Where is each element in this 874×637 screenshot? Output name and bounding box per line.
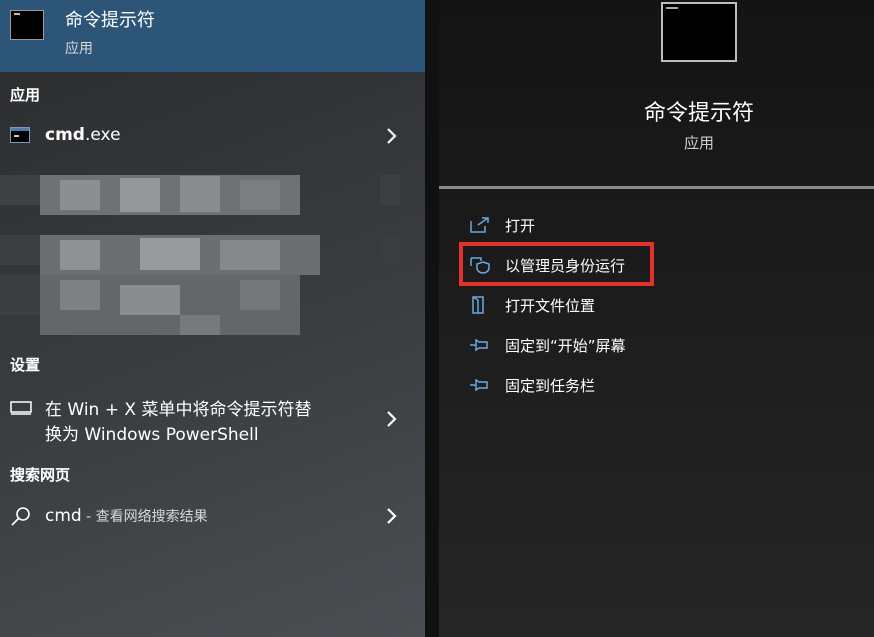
results-pane: 命令提示符 应用 应用 cmd.exe 设置 在 Win + X 菜单中将命令提…: [0, 0, 425, 637]
start-search-window: 命令提示符 应用 应用 cmd.exe 设置 在 Win + X 菜单中将命令提…: [0, 0, 874, 637]
command-prompt-icon: [10, 10, 44, 40]
best-match-title: 命令提示符: [65, 10, 155, 31]
detail-subtitle: 应用: [683, 134, 714, 152]
pin-icon: [469, 336, 491, 354]
command-prompt-large-icon: [661, 2, 737, 62]
detail-title: 命令提示符: [643, 101, 754, 126]
file-location-icon: [469, 296, 491, 314]
web-search-item[interactable]: cmd - 查看网络搜索结果: [0, 500, 425, 536]
settings-result-line2: 换为 Windows PowerShell: [45, 425, 259, 445]
pin-icon: [469, 376, 491, 394]
display-icon: [10, 400, 32, 419]
search-icon: [10, 506, 32, 532]
section-header-settings: 设置: [10, 356, 41, 374]
detail-pane: 命令提示符 应用 打开 以管理员身份运行 打开文件位置 固定到“开始”屏幕 固定…: [439, 0, 874, 637]
detail-divider: [439, 186, 874, 189]
open-icon: [469, 216, 491, 234]
action-pin-to-start[interactable]: 固定到“开始”屏幕: [439, 328, 874, 362]
chevron-right-icon[interactable]: [385, 409, 399, 429]
action-pin-to-taskbar[interactable]: 固定到任务栏: [439, 368, 874, 402]
pane-separator: [425, 0, 439, 637]
action-open-label: 打开: [505, 217, 536, 235]
action-open[interactable]: 打开: [439, 208, 874, 242]
chevron-right-icon[interactable]: [385, 506, 399, 526]
web-search-label: cmd - 查看网络搜索结果: [45, 506, 208, 526]
best-match-item[interactable]: 命令提示符 应用: [0, 0, 425, 72]
highlight-box: [459, 242, 654, 286]
app-result-cmd[interactable]: cmd.exe: [0, 118, 425, 154]
best-match-subtitle: 应用: [65, 41, 93, 57]
app-result-label: cmd.exe: [45, 125, 121, 145]
section-header-apps: 应用: [10, 86, 41, 104]
action-pin-to-taskbar-label: 固定到任务栏: [505, 377, 596, 395]
action-open-file-location-label: 打开文件位置: [505, 297, 596, 315]
chevron-right-icon[interactable]: [385, 126, 399, 146]
section-header-web: 搜索网页: [10, 466, 71, 484]
settings-result-line1: 在 Win + X 菜单中将命令提示符替: [45, 400, 312, 420]
action-pin-to-start-label: 固定到“开始”屏幕: [505, 337, 626, 355]
cmd-app-icon: [10, 127, 30, 143]
action-open-file-location[interactable]: 打开文件位置: [439, 288, 874, 322]
settings-result-item[interactable]: 在 Win + X 菜单中将命令提示符替 换为 Windows PowerShe…: [0, 392, 425, 446]
